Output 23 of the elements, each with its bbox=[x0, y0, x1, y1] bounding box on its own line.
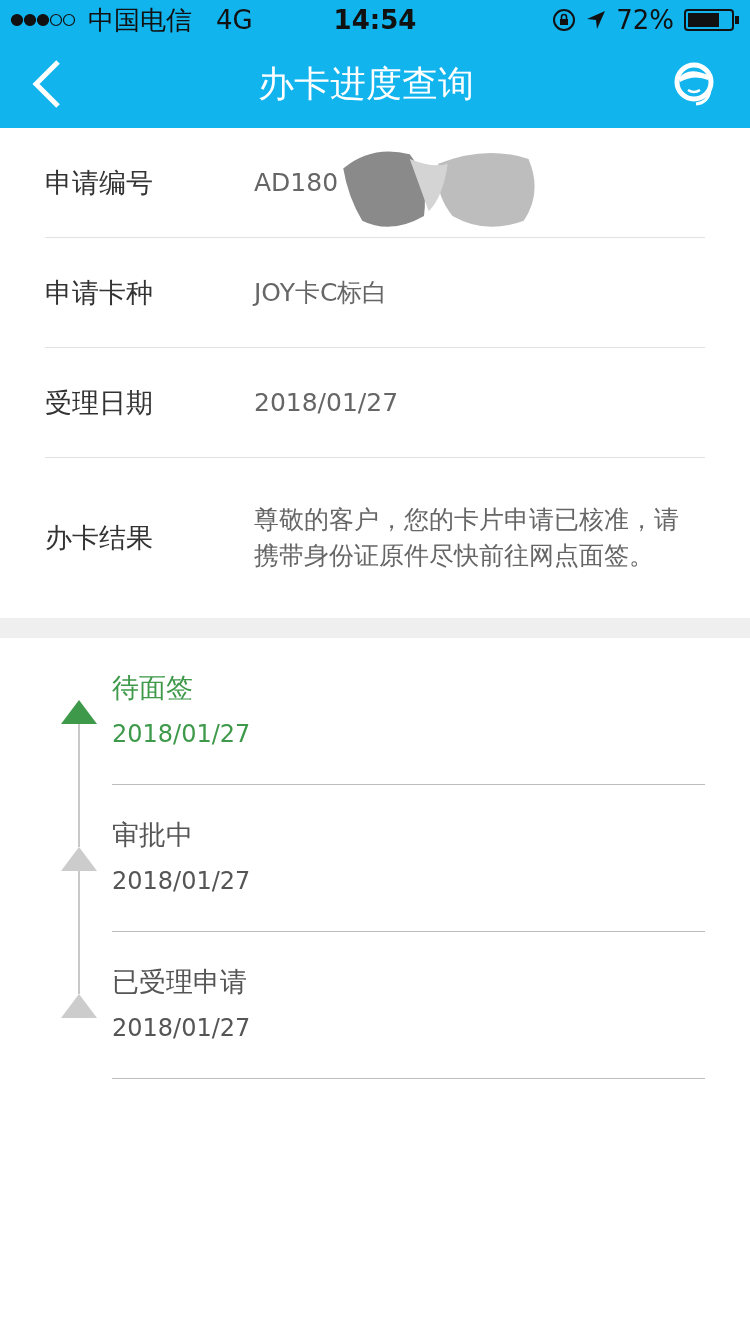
step-label: 审批中 bbox=[112, 818, 194, 852]
field-value: 2018/01/27 bbox=[254, 386, 399, 419]
battery-icon bbox=[684, 8, 740, 32]
field-label: 受理日期 bbox=[45, 385, 154, 420]
network-type: 4G bbox=[216, 5, 253, 35]
battery-percent: 72% bbox=[616, 5, 674, 35]
field-value: JOY卡C标白 bbox=[254, 276, 388, 309]
status-time: 14:54 bbox=[332, 5, 418, 35]
field-value: 尊敬的客户，您的卡片申请已核准，请携带身份证原件尽快前往网点面签。 bbox=[254, 504, 680, 572]
field-label: 申请卡种 bbox=[45, 275, 154, 310]
carrier-name: 中国电信 bbox=[88, 3, 192, 37]
field-label: 办卡结果 bbox=[45, 521, 154, 555]
signal-icon bbox=[10, 13, 76, 27]
step-label: 已受理申请 bbox=[112, 965, 248, 999]
step-label: 待面签 bbox=[112, 671, 194, 705]
field-value: AD180 bbox=[254, 166, 339, 199]
page-title: 办卡进度查询 bbox=[257, 61, 475, 106]
step-date: 2018/01/27 bbox=[112, 720, 252, 748]
location-icon bbox=[586, 10, 607, 30]
rotation-lock-icon bbox=[552, 8, 577, 32]
step-date: 2018/01/27 bbox=[112, 867, 252, 895]
step-date: 2018/01/27 bbox=[112, 1014, 252, 1042]
field-label: 申请编号 bbox=[45, 165, 154, 200]
